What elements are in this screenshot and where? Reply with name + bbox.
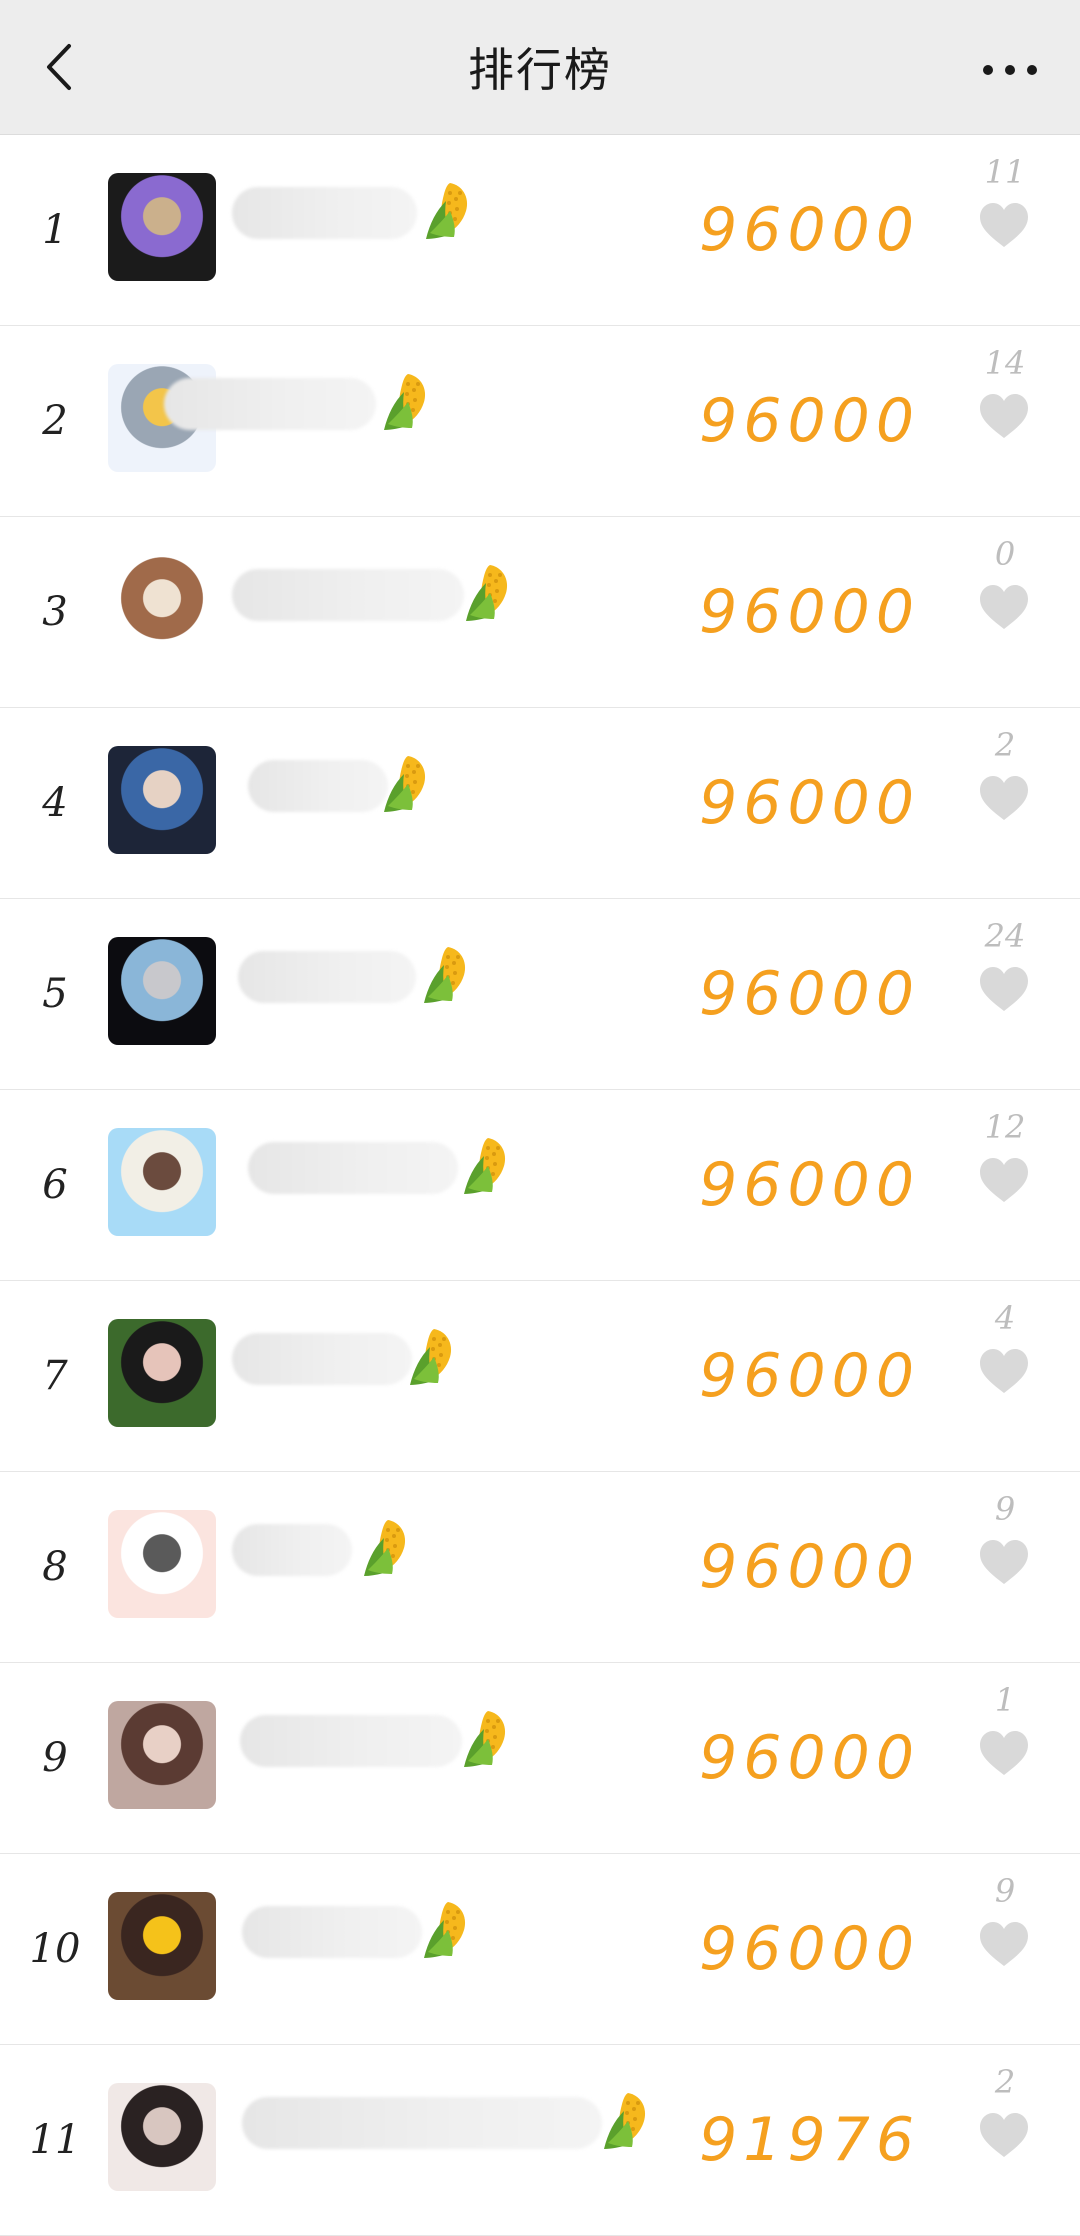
heart-icon[interactable] [978, 774, 1030, 824]
like-count: 2 [994, 726, 1016, 764]
heart-icon[interactable] [978, 2111, 1030, 2161]
rank-number: 3 [42, 589, 68, 635]
more-horizontal-icon [983, 65, 1037, 75]
score-value: 96000 [699, 1532, 920, 1602]
avatar[interactable] [108, 1128, 216, 1236]
rank-number: 9 [42, 1735, 68, 1781]
leaderboard-row[interactable]: 10 96000 9 [0, 1854, 1080, 2045]
corn-icon [358, 1512, 418, 1580]
avatar[interactable] [108, 746, 216, 854]
username-blurred [232, 187, 417, 239]
more-button[interactable] [970, 40, 1050, 100]
rank-number: 4 [42, 780, 68, 826]
avatar[interactable] [108, 1319, 216, 1427]
username-blurred [248, 760, 388, 812]
rank-number: 7 [42, 1353, 68, 1399]
rank-number: 1 [42, 207, 68, 253]
username-blurred [248, 1142, 458, 1194]
like-count: 14 [984, 344, 1026, 382]
avatar[interactable] [108, 1892, 216, 2000]
avatar[interactable] [108, 2083, 216, 2191]
avatar[interactable] [108, 1701, 216, 1809]
rank-number: 10 [29, 1926, 81, 1972]
corn-icon [404, 1321, 464, 1389]
leaderboard-row[interactable]: 8 96000 9 [0, 1472, 1080, 1663]
leaderboard-row[interactable]: 11 91976 2 [0, 2045, 1080, 2236]
leaderboard-row[interactable]: 4 96000 2 [0, 708, 1080, 899]
like-count: 9 [994, 1490, 1016, 1528]
leaderboard-row[interactable]: 2 96000 14 [0, 326, 1080, 517]
username-blurred [242, 1906, 422, 1958]
corn-icon [378, 366, 438, 434]
username-blurred [232, 1333, 412, 1385]
avatar[interactable] [108, 173, 216, 281]
like-count: 1 [994, 1681, 1016, 1719]
username-blurred [242, 2097, 602, 2149]
username-blurred [232, 569, 464, 621]
rank-number: 8 [42, 1544, 68, 1590]
heart-icon[interactable] [978, 1729, 1030, 1779]
corn-icon [598, 2085, 658, 2153]
leaderboard-row[interactable]: 3 96000 0 [0, 517, 1080, 708]
like-count: 2 [994, 2063, 1016, 2101]
score-value: 91976 [699, 2105, 920, 2175]
score-value: 96000 [699, 1723, 920, 1793]
username-blurred [238, 951, 416, 1003]
score-value: 96000 [699, 577, 920, 647]
leaderboard-row[interactable]: 1 96000 11 [0, 135, 1080, 326]
score-value: 96000 [699, 195, 920, 265]
score-value: 96000 [699, 386, 920, 456]
corn-icon [418, 939, 478, 1007]
score-value: 96000 [699, 1914, 920, 1984]
heart-icon[interactable] [978, 201, 1030, 251]
leaderboard-row[interactable]: 9 96000 1 [0, 1663, 1080, 1854]
like-count: 24 [984, 917, 1026, 955]
corn-icon [460, 557, 520, 625]
rank-number: 5 [42, 971, 68, 1017]
corn-icon [458, 1703, 518, 1771]
avatar[interactable] [108, 1510, 216, 1618]
score-value: 96000 [699, 959, 920, 1029]
leaderboard-row[interactable]: 7 96000 4 [0, 1281, 1080, 1472]
username-blurred [164, 378, 376, 430]
heart-icon[interactable] [978, 583, 1030, 633]
heart-icon[interactable] [978, 965, 1030, 1015]
heart-icon[interactable] [978, 392, 1030, 442]
username-blurred [232, 1524, 352, 1576]
score-value: 96000 [699, 1341, 920, 1411]
leaderboard-list: 1 96000 11 2 96000 14 3 96000 0 4 96000 2 5 96000 24 6 9… [0, 135, 1080, 2236]
corn-icon [420, 175, 480, 243]
avatar[interactable] [108, 555, 216, 663]
rank-number: 11 [29, 2117, 81, 2163]
rank-number: 6 [42, 1162, 68, 1208]
heart-icon[interactable] [978, 1347, 1030, 1397]
corn-icon [378, 748, 438, 816]
score-value: 96000 [699, 1150, 920, 1220]
corn-icon [418, 1894, 478, 1962]
corn-icon [458, 1130, 518, 1198]
avatar[interactable] [108, 937, 216, 1045]
heart-icon[interactable] [978, 1920, 1030, 1970]
page-title: 排行榜 [468, 43, 612, 97]
leaderboard-row[interactable]: 5 96000 24 [0, 899, 1080, 1090]
rank-number: 2 [42, 398, 68, 444]
heart-icon[interactable] [978, 1538, 1030, 1588]
heart-icon[interactable] [978, 1156, 1030, 1206]
top-bar: 排行榜 [0, 0, 1080, 135]
score-value: 96000 [699, 768, 920, 838]
like-count: 11 [984, 153, 1026, 191]
username-blurred [240, 1715, 462, 1767]
like-count: 0 [994, 535, 1016, 573]
leaderboard-row[interactable]: 6 96000 12 [0, 1090, 1080, 1281]
like-count: 9 [994, 1872, 1016, 1910]
like-count: 4 [994, 1299, 1016, 1337]
like-count: 12 [984, 1108, 1026, 1146]
